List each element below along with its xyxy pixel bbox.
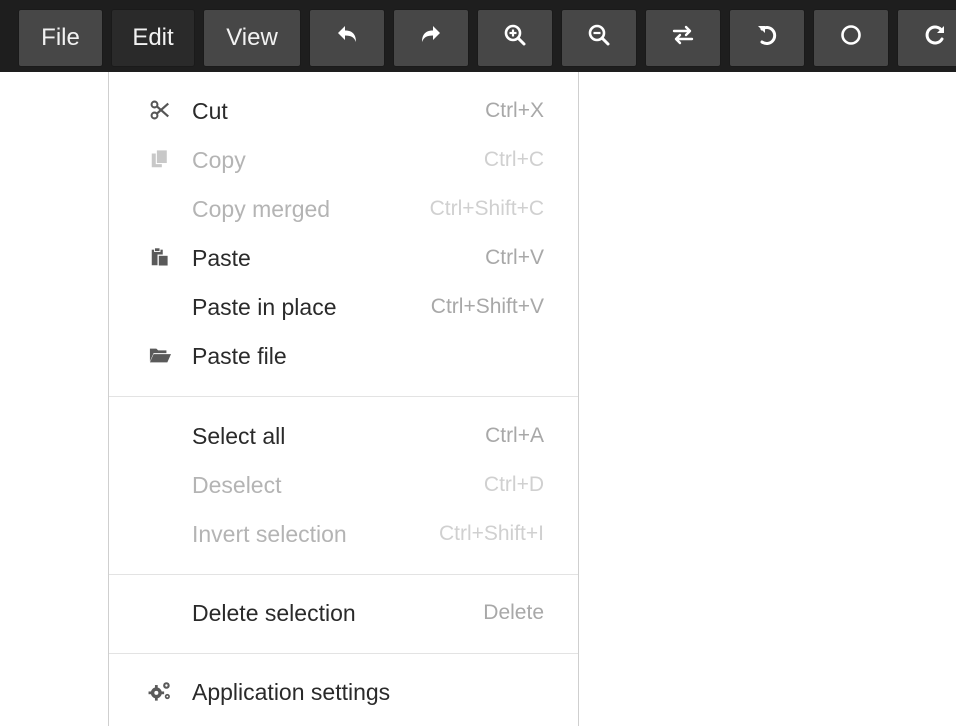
menu-item-shortcut: Ctrl+V (485, 246, 544, 269)
menu-separator (109, 574, 578, 575)
zoom-in-button[interactable] (477, 9, 553, 67)
menu-item-shortcut: Delete (483, 601, 544, 624)
zoom-in-icon (502, 22, 528, 55)
menu-item-label: Deselect (192, 472, 282, 498)
copy-icon (147, 147, 173, 171)
file-menu-label: File (41, 24, 80, 51)
view-menu-button[interactable]: View (203, 9, 301, 67)
menu-item-label: Copy merged (192, 196, 331, 222)
menu-item-shortcut: Ctrl+Shift+I (438, 522, 544, 545)
menu-item-shortcut: Ctrl+X (485, 99, 544, 122)
view-menu-label: View (226, 24, 278, 51)
menu-item-shortcut: Ctrl+C (483, 148, 544, 171)
menu-item-label: Paste in place (192, 294, 337, 320)
zoom-out-button[interactable] (561, 9, 637, 67)
paste-icon (147, 245, 173, 269)
undo-icon (334, 22, 360, 55)
redo-icon (418, 22, 444, 55)
menu-separator (109, 396, 578, 397)
menu-item-invert-selection[interactable]: Invert selection Ctrl+Shift+I (109, 509, 578, 558)
menu-item-select-all[interactable]: Select all Ctrl+A (109, 411, 578, 460)
redo-button[interactable] (393, 9, 469, 67)
menu-item-paste-file[interactable]: Paste file (109, 331, 578, 380)
zoom-out-icon (586, 22, 612, 55)
menu-item-deselect[interactable]: Deselect Ctrl+D (109, 460, 578, 509)
menu-item-cut[interactable]: Cut Ctrl+X (109, 86, 578, 135)
reset-rotation-button[interactable] (813, 9, 889, 67)
menu-item-paste-in-place[interactable]: Paste in place Ctrl+Shift+V (109, 282, 578, 331)
rotate-left-button[interactable] (729, 9, 805, 67)
folder-open-icon (147, 343, 173, 367)
menu-item-delete-selection[interactable]: Delete selection Delete (109, 588, 578, 637)
rotate-right-button[interactable] (897, 9, 956, 67)
menu-item-label: Paste (192, 245, 251, 271)
menu-item-shortcut: Ctrl+Shift+C (429, 197, 544, 220)
file-menu-button[interactable]: File (18, 9, 103, 67)
toolbar: File Edit View (0, 0, 956, 76)
edit-dropdown-menu: Cut Ctrl+X Copy Ctrl+C Copy merged Ctrl+… (108, 72, 579, 726)
menu-item-label: Cut (192, 98, 228, 124)
rotate-right-icon (922, 22, 948, 55)
cogs-icon (147, 679, 173, 703)
menu-item-label: Invert selection (192, 521, 347, 547)
menu-item-shortcut: Ctrl+A (485, 424, 544, 447)
edit-menu-button[interactable]: Edit (111, 9, 195, 67)
menu-item-shortcut: Ctrl+Shift+V (430, 295, 544, 318)
rotate-left-icon (754, 22, 780, 55)
menu-item-copy-merged[interactable]: Copy merged Ctrl+Shift+C (109, 184, 578, 233)
menu-separator (109, 653, 578, 654)
scissors-icon (147, 98, 173, 122)
undo-button[interactable] (309, 9, 385, 67)
menu-item-shortcut: Ctrl+D (483, 473, 544, 496)
swap-icon (670, 22, 696, 55)
swap-button[interactable] (645, 9, 721, 67)
menu-item-label: Delete selection (192, 600, 356, 626)
menu-item-label: Copy (192, 147, 246, 173)
menu-item-label: Paste file (192, 343, 287, 369)
menu-item-copy[interactable]: Copy Ctrl+C (109, 135, 578, 184)
circle-icon (838, 22, 864, 55)
menu-item-paste[interactable]: Paste Ctrl+V (109, 233, 578, 282)
menu-item-label: Select all (192, 423, 286, 449)
menu-item-application-settings[interactable]: Application settings (109, 667, 578, 716)
edit-menu-label: Edit (132, 24, 174, 51)
menu-item-label: Application settings (192, 679, 391, 705)
